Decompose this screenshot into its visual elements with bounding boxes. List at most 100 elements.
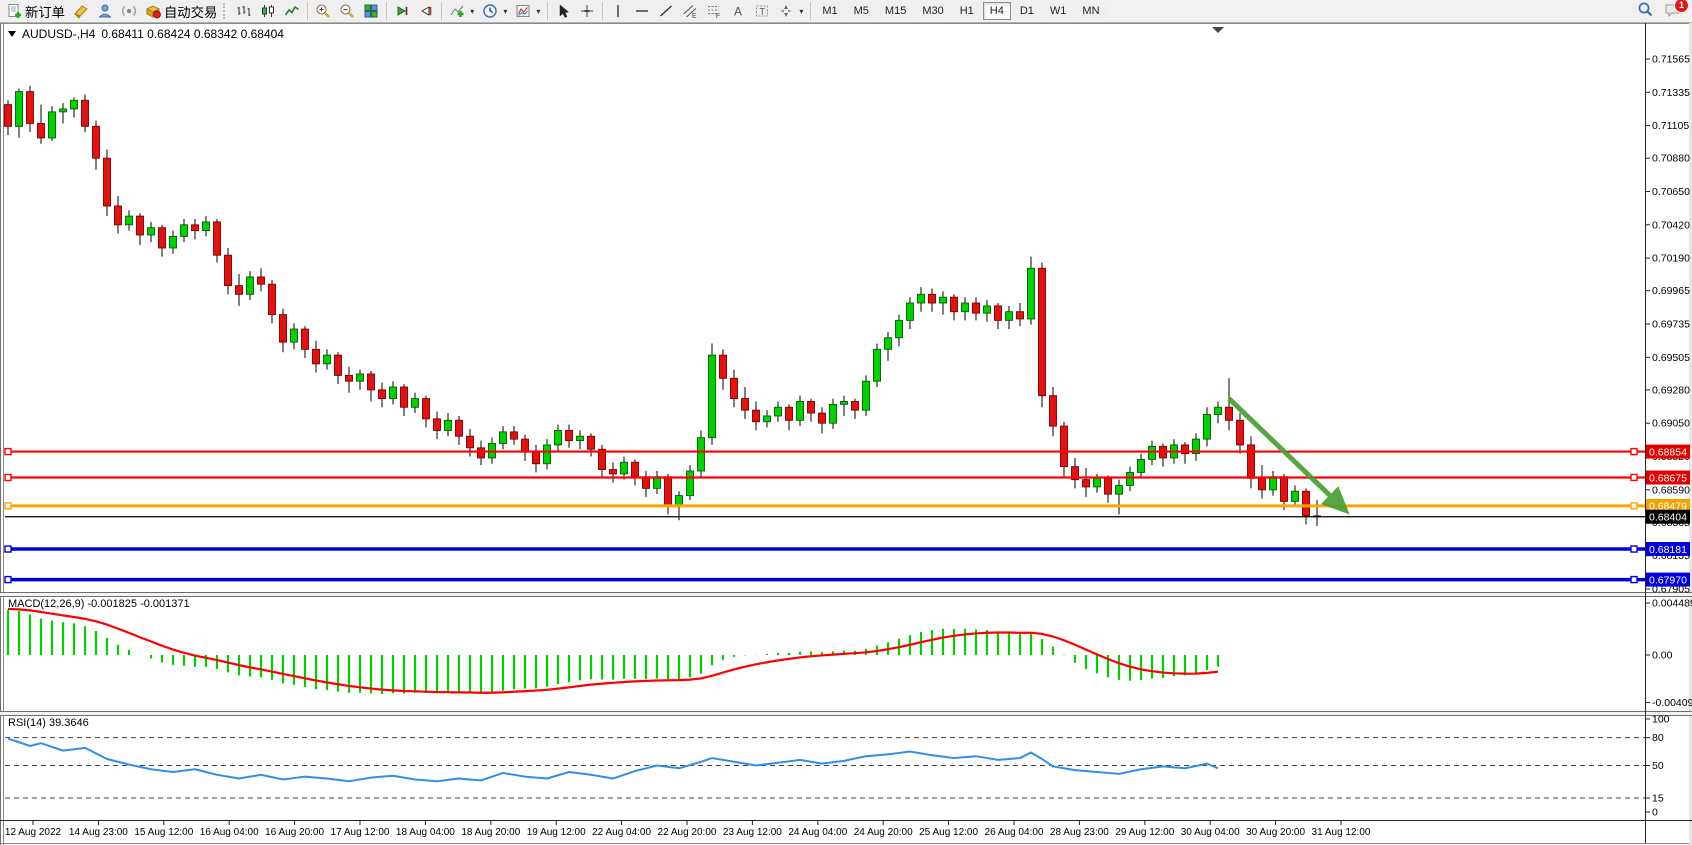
candlestick-chart-icon[interactable] <box>256 1 280 21</box>
zoom-out-icon[interactable] <box>335 1 359 21</box>
svg-text:-0.004098: -0.004098 <box>1652 697 1692 709</box>
svg-text:14 Aug 23:00: 14 Aug 23:00 <box>69 827 128 838</box>
time-axis[interactable]: 12 Aug 202214 Aug 23:0015 Aug 12:0016 Au… <box>5 820 1371 838</box>
zoom-in-icon[interactable] <box>311 1 335 21</box>
main-toolbar: 新订单 自动交易 E F A T M1M5M15M30H1H4D1W1MN 1 <box>0 0 1692 23</box>
svg-text:0: 0 <box>1652 807 1658 819</box>
toolbar-handle <box>223 3 228 19</box>
rsi-indicator: RSI(14) 39.36461008050150 <box>5 714 1670 819</box>
svg-text:0.70190: 0.70190 <box>1652 253 1690 265</box>
svg-text:0.00: 0.00 <box>1652 650 1673 662</box>
candles <box>5 86 1321 526</box>
svg-text:31 Aug 12:00: 31 Aug 12:00 <box>1312 827 1371 838</box>
svg-text:17 Aug 12:00: 17 Aug 12:00 <box>331 827 390 838</box>
signal-icon[interactable] <box>117 1 141 21</box>
line-chart-icon[interactable] <box>280 1 304 21</box>
auto-scroll-icon[interactable] <box>390 1 414 21</box>
symbol-ohlc-quote: 0.68411 0.68424 0.68342 0.68404 <box>101 27 284 41</box>
new-order-button[interactable]: 新订单 <box>2 1 69 21</box>
toolbar-separator <box>441 2 442 20</box>
templates-menu-button[interactable] <box>511 1 544 21</box>
svg-text:0.69505: 0.69505 <box>1652 352 1690 364</box>
symbol-title: AUDUSD-,H4 <box>22 27 95 41</box>
autotrading-icon <box>145 3 161 19</box>
svg-text:0.68854: 0.68854 <box>1649 446 1687 458</box>
svg-text:0.70650: 0.70650 <box>1652 186 1690 198</box>
svg-text:18 Aug 20:00: 18 Aug 20:00 <box>461 827 520 838</box>
svg-text:0.71335: 0.71335 <box>1652 87 1690 99</box>
svg-text:RSI(14) 39.3646: RSI(14) 39.3646 <box>8 717 89 729</box>
channel-tool-icon[interactable]: E <box>678 1 702 21</box>
chart-shift-marker[interactable] <box>1212 27 1224 33</box>
tile-windows-icon[interactable] <box>359 1 383 21</box>
svg-text:0.70420: 0.70420 <box>1652 219 1690 231</box>
toolbar-separator <box>307 2 308 20</box>
autotrading-label: 自动交易 <box>164 2 217 21</box>
svg-text:22 Aug 04:00: 22 Aug 04:00 <box>592 827 651 838</box>
svg-text:0.69965: 0.69965 <box>1652 285 1690 297</box>
timeframe-H4[interactable]: H4 <box>983 2 1011 20</box>
profile-icon[interactable] <box>93 1 117 21</box>
styles-icon[interactable] <box>69 1 93 21</box>
svg-text:A: A <box>734 5 742 19</box>
chart-canvas[interactable]: 0.715650.713350.711050.708800.706500.704… <box>0 23 1692 845</box>
svg-text:0.68590: 0.68590 <box>1652 484 1690 496</box>
indicators-menu-button[interactable] <box>445 1 478 21</box>
chart-shift-icon[interactable] <box>414 1 438 21</box>
chart-symbol-header: AUDUSD-,H4 0.68411 0.68424 0.68342 0.684… <box>8 27 284 41</box>
svg-text:16 Aug 20:00: 16 Aug 20:00 <box>265 827 324 838</box>
window-frame <box>0 23 1692 845</box>
bar-chart-icon[interactable] <box>232 1 256 21</box>
notification-badge: 1 <box>1674 0 1689 13</box>
horizontal-line-tool-icon[interactable] <box>630 1 654 21</box>
timeframe-M30[interactable]: M30 <box>915 2 950 20</box>
timeframe-MN[interactable]: MN <box>1075 2 1106 20</box>
svg-text:0.68404: 0.68404 <box>1649 512 1687 524</box>
arrows-tool-icon[interactable] <box>774 1 807 21</box>
svg-text:0.71565: 0.71565 <box>1652 54 1690 66</box>
svg-text:18 Aug 04:00: 18 Aug 04:00 <box>396 827 455 838</box>
svg-text:0.71105: 0.71105 <box>1652 120 1689 132</box>
autotrading-button[interactable]: 自动交易 <box>141 1 221 21</box>
svg-text:0.69050: 0.69050 <box>1652 418 1690 430</box>
level-lines[interactable] <box>5 449 1645 583</box>
toolbar-separator <box>810 2 811 20</box>
svg-text:E: E <box>692 13 697 20</box>
svg-text:0.69280: 0.69280 <box>1652 384 1690 396</box>
cursor-icon[interactable] <box>551 1 575 21</box>
svg-text:25 Aug 12:00: 25 Aug 12:00 <box>919 827 978 838</box>
timeframe-M5[interactable]: M5 <box>847 2 876 20</box>
svg-text:0.69735: 0.69735 <box>1652 318 1690 330</box>
svg-text:30 Aug 20:00: 30 Aug 20:00 <box>1246 827 1305 838</box>
notifications-button[interactable]: 1 <box>1664 2 1682 21</box>
vertical-line-tool-icon[interactable] <box>606 1 630 21</box>
search-icon[interactable] <box>1637 1 1654 21</box>
svg-text:0.004489: 0.004489 <box>1652 597 1692 609</box>
svg-text:29 Aug 12:00: 29 Aug 12:00 <box>1115 827 1174 838</box>
timeframe-M1[interactable]: M1 <box>815 2 844 20</box>
toolbar-separator <box>602 2 603 20</box>
svg-text:MACD(12,26,9) -0.001825 -0.001: MACD(12,26,9) -0.001825 -0.001371 <box>8 598 190 610</box>
text-label-tool-icon[interactable]: T <box>750 1 774 21</box>
fibonacci-tool-icon[interactable]: F <box>702 1 726 21</box>
collapse-triangle-icon[interactable] <box>8 31 16 37</box>
timeframe-H1[interactable]: H1 <box>953 2 981 20</box>
crosshair-icon[interactable] <box>575 1 599 21</box>
svg-text:F: F <box>716 13 720 19</box>
timeframe-W1[interactable]: W1 <box>1043 2 1074 20</box>
svg-text:16 Aug 04:00: 16 Aug 04:00 <box>200 827 259 838</box>
svg-text:30 Aug 04:00: 30 Aug 04:00 <box>1181 827 1240 838</box>
svg-text:24 Aug 04:00: 24 Aug 04:00 <box>788 827 847 838</box>
periods-menu-button[interactable] <box>478 1 511 21</box>
timeframe-D1[interactable]: D1 <box>1013 2 1041 20</box>
svg-text:15 Aug 12:00: 15 Aug 12:00 <box>134 827 193 838</box>
svg-text:0.68181: 0.68181 <box>1649 544 1687 556</box>
svg-text:24 Aug 20:00: 24 Aug 20:00 <box>854 827 913 838</box>
trendline-tool-icon[interactable] <box>654 1 678 21</box>
timeframe-M15[interactable]: M15 <box>878 2 913 20</box>
new-order-label: 新订单 <box>25 2 65 21</box>
toolbar-separator <box>547 2 548 20</box>
svg-text:19 Aug 12:00: 19 Aug 12:00 <box>527 827 586 838</box>
svg-text:28 Aug 23:00: 28 Aug 23:00 <box>1050 827 1109 838</box>
text-tool-icon[interactable]: A <box>726 1 750 21</box>
